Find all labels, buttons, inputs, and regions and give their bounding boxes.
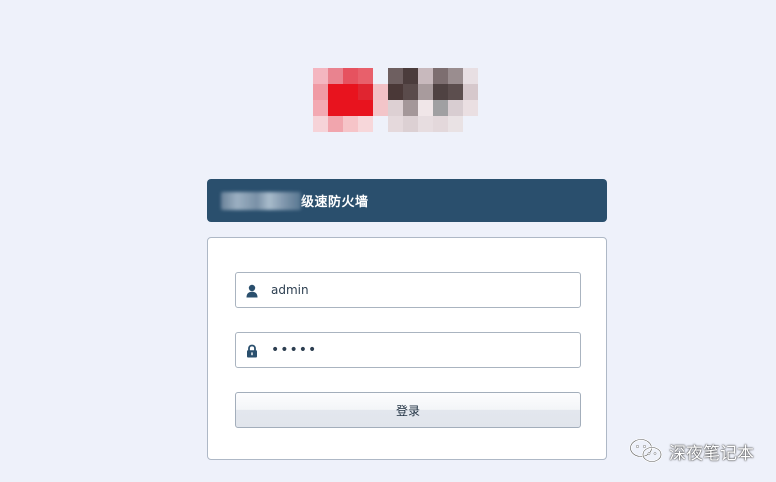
watermark-text: 深夜笔记本 [669,443,754,464]
username-input[interactable] [271,283,561,297]
password-field-wrapper [235,332,581,368]
lock-icon [245,343,259,358]
watermark: 深夜笔记本 [629,438,754,464]
page-title: 级速防火墙 [301,195,369,210]
redacted-brand [221,191,301,210]
logo [313,68,497,134]
user-icon [245,283,259,298]
login-button[interactable]: 登录 [235,392,581,428]
password-input[interactable] [271,342,561,358]
login-panel: 登录 [207,237,607,460]
login-header: 级速防火墙 [207,179,607,222]
username-field-wrapper [235,272,581,308]
wechat-icon [629,438,663,464]
